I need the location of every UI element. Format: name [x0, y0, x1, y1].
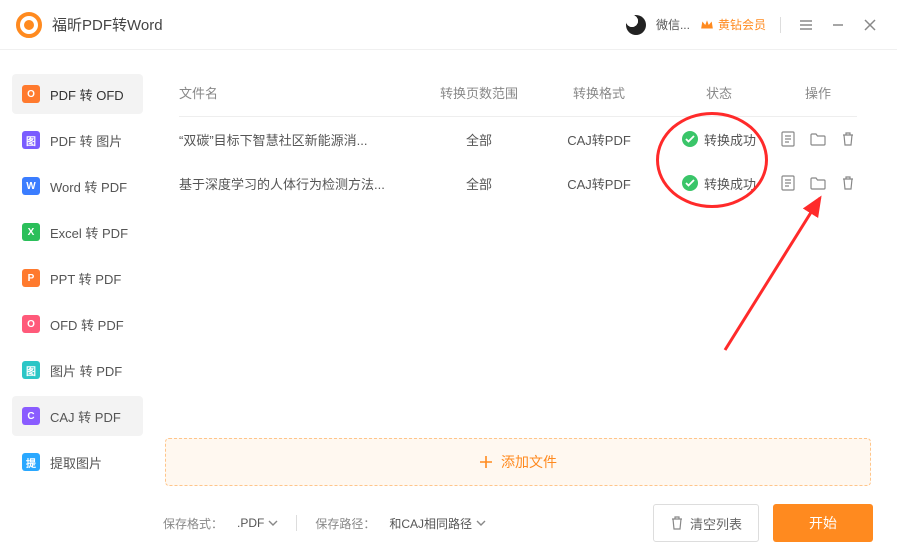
sidebar-item-label: CAJ 转 PDF	[50, 407, 121, 426]
view-file-button[interactable]	[779, 130, 797, 148]
add-file-label: 添加文件	[501, 452, 557, 472]
app-title: 福昕PDF转Word	[52, 14, 163, 35]
cell-format: CAJ转PDF	[539, 174, 659, 193]
header-ops: 操作	[779, 83, 857, 102]
vip-label: 黄钻会员	[718, 16, 766, 33]
check-icon	[682, 175, 698, 191]
sidebar-item-pdf-to-image[interactable]: 图 PDF 转 图片	[12, 120, 143, 160]
ofd-icon: O	[22, 85, 40, 103]
excel-icon: X	[22, 223, 40, 241]
extract-icon: 提	[22, 453, 40, 471]
sidebar-item-word-to-pdf[interactable]: W Word 转 PDF	[12, 166, 143, 206]
clear-list-button[interactable]: 清空列表	[653, 504, 759, 542]
bottom-bar: 保存格式： .PDF 保存路径： 和CAJ相同路径 清空列表 开始	[163, 504, 873, 542]
minimize-icon	[831, 18, 845, 32]
sidebar-item-extract-image[interactable]: 提 提取图片	[12, 442, 143, 482]
image-icon: 图	[22, 131, 40, 149]
status-badge: 转换成功	[659, 174, 779, 193]
header-name: 文件名	[179, 83, 419, 102]
sidebar-item-caj-to-pdf[interactable]: C CAJ 转 PDF	[12, 396, 143, 436]
cell-format: CAJ转PDF	[539, 130, 659, 149]
sidebar-item-label: PPT 转 PDF	[50, 269, 121, 288]
main-panel: 文件名 转换页数范围 转换格式 状态 操作 “双碳”目标下智慧社区新能源消...…	[153, 50, 897, 558]
app-logo-icon	[16, 12, 42, 38]
save-path-label: 保存路径：	[315, 515, 375, 532]
divider	[780, 17, 781, 33]
sidebar-item-label: PDF 转 图片	[50, 131, 122, 150]
img2-icon: 图	[22, 361, 40, 379]
menu-icon	[799, 18, 813, 32]
status-text: 转换成功	[704, 174, 756, 193]
view-file-button[interactable]	[779, 174, 797, 192]
ofd2-icon: O	[22, 315, 40, 333]
trash-icon	[841, 175, 855, 191]
save-format-select[interactable]: .PDF	[237, 516, 278, 530]
sidebar-item-ppt-to-pdf[interactable]: P PPT 转 PDF	[12, 258, 143, 298]
delete-button[interactable]	[839, 130, 857, 148]
add-file-button[interactable]: 添加文件	[165, 438, 871, 486]
menu-button[interactable]	[795, 14, 817, 36]
sidebar-item-label: PDF 转 OFD	[50, 85, 124, 104]
sidebar-item-ofd-to-pdf[interactable]: O OFD 转 PDF	[12, 304, 143, 344]
sidebar: O PDF 转 OFD 图 PDF 转 图片 W Word 转 PDF X Ex…	[0, 50, 153, 558]
delete-button[interactable]	[839, 174, 857, 192]
cell-name: “双碳”目标下智慧社区新能源消...	[179, 130, 419, 149]
trash-icon	[670, 515, 684, 531]
cell-name: 基于深度学习的人体行为检测方法...	[179, 174, 419, 193]
close-button[interactable]	[859, 14, 881, 36]
save-path-value: 和CAJ相同路径	[389, 515, 472, 532]
table-header: 文件名 转换页数范围 转换格式 状态 操作	[163, 74, 873, 110]
cell-range: 全部	[419, 174, 539, 193]
save-path-select[interactable]: 和CAJ相同路径	[389, 515, 486, 532]
check-icon	[682, 131, 698, 147]
file-icon	[780, 131, 796, 147]
file-icon	[780, 175, 796, 191]
trash-icon	[841, 131, 855, 147]
open-folder-button[interactable]	[809, 174, 827, 192]
sidebar-item-label: 提取图片	[50, 453, 102, 472]
header-status: 状态	[659, 83, 779, 102]
clear-label: 清空列表	[690, 514, 742, 533]
sidebar-item-label: Word 转 PDF	[50, 177, 127, 196]
crown-icon	[700, 19, 714, 31]
table-row: “双碳”目标下智慧社区新能源消... 全部 CAJ转PDF 转换成功	[163, 117, 873, 161]
ppt-icon: P	[22, 269, 40, 287]
sidebar-item-label: 图片 转 PDF	[50, 361, 122, 380]
titlebar: 福昕PDF转Word 微信... 黄钻会员	[0, 0, 897, 50]
header-format: 转换格式	[539, 83, 659, 102]
minimize-button[interactable]	[827, 14, 849, 36]
plus-icon	[479, 455, 493, 469]
header-range: 转换页数范围	[419, 83, 539, 102]
table-row: 基于深度学习的人体行为检测方法... 全部 CAJ转PDF 转换成功	[163, 161, 873, 205]
avatar-icon[interactable]	[626, 15, 646, 35]
sidebar-item-pdf-to-ofd[interactable]: O PDF 转 OFD	[12, 74, 143, 114]
word-icon: W	[22, 177, 40, 195]
start-button[interactable]: 开始	[773, 504, 873, 542]
divider	[296, 515, 297, 531]
chevron-down-icon	[268, 518, 278, 528]
folder-icon	[810, 176, 826, 190]
sidebar-item-label: Excel 转 PDF	[50, 223, 128, 242]
wechat-label[interactable]: 微信...	[656, 16, 690, 33]
vip-badge[interactable]: 黄钻会员	[700, 16, 766, 33]
folder-icon	[810, 132, 826, 146]
save-format-value: .PDF	[237, 516, 264, 530]
sidebar-item-image-to-pdf[interactable]: 图 图片 转 PDF	[12, 350, 143, 390]
status-text: 转换成功	[704, 130, 756, 149]
open-folder-button[interactable]	[809, 130, 827, 148]
caj-icon: C	[22, 407, 40, 425]
sidebar-item-excel-to-pdf[interactable]: X Excel 转 PDF	[12, 212, 143, 252]
save-format-label: 保存格式：	[163, 515, 223, 532]
close-icon	[864, 19, 876, 31]
status-badge: 转换成功	[659, 130, 779, 149]
cell-range: 全部	[419, 130, 539, 149]
sidebar-item-label: OFD 转 PDF	[50, 315, 124, 334]
chevron-down-icon	[476, 518, 486, 528]
